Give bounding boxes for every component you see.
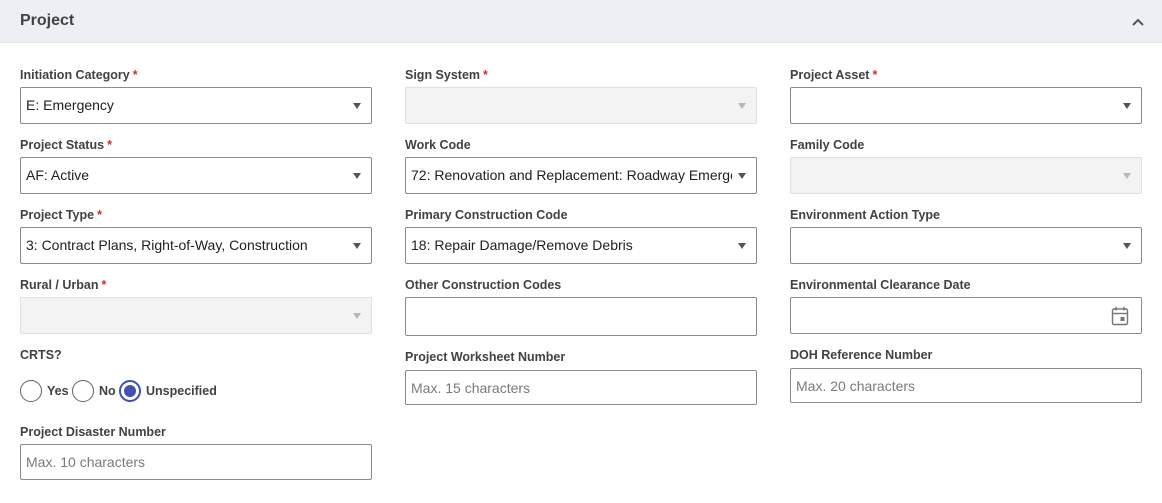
work-code-label: Work Code [405,138,471,152]
caret-down-icon [353,173,361,179]
rural-urban-select [20,297,372,334]
radio-circle[interactable] [20,380,42,402]
caret-down-icon [353,243,361,249]
other-construction-codes-label: Other Construction Codes [405,278,562,292]
sign-system-select [405,87,757,124]
caret-down-icon [353,103,361,109]
family-code-label: Family Code [790,138,865,152]
project-worksheet-number-label: Project Worksheet Number [405,350,566,364]
project-worksheet-number-input[interactable] [406,371,756,404]
section-header[interactable]: Project [0,0,1162,43]
crts-label: CRTS? [20,348,62,362]
crts-no-label: No [99,384,116,398]
initiation-category-label: Initiation Category * [20,68,138,82]
environmental-clearance-date-label: Environmental Clearance Date [790,278,971,292]
caret-down-icon [738,103,746,109]
environment-action-type-label: Environment Action Type [790,208,941,222]
project-status-select[interactable]: AF: Active [20,157,372,194]
project-disaster-number-field[interactable] [20,444,372,480]
rural-urban-label: Rural / Urban * [20,278,107,292]
radio-circle[interactable] [72,380,94,402]
family-code-select [790,157,1142,194]
primary-construction-code-value: 18: Repair Damage/Remove Debris [411,237,633,253]
doh-reference-number-field[interactable] [790,368,1142,403]
project-type-label: Project Type * [20,208,102,222]
crts-yes-label: Yes [47,384,69,398]
project-type-select[interactable]: 3: Contract Plans, Right-of-Way, Constru… [20,227,372,264]
project-disaster-number-input[interactable] [21,445,371,479]
caret-down-icon [1123,173,1131,179]
radio-circle[interactable] [119,380,141,402]
initiation-category-select[interactable]: E: Emergency [20,87,372,124]
environmental-clearance-date-field[interactable] [790,297,1142,334]
caret-down-icon [738,243,746,249]
required-marker: * [97,208,102,222]
section-title: Project [20,12,75,29]
other-construction-codes-select[interactable] [405,297,757,336]
doh-reference-number-label: DOH Reference Number [790,348,933,362]
project-status-label: Project Status * [20,138,112,152]
project-asset-select[interactable] [790,87,1142,124]
work-code-value: 72: Renovation and Replacement: Roadway … [411,167,732,183]
chevron-up-icon[interactable] [1130,14,1146,30]
primary-construction-code-label: Primary Construction Code [405,208,568,222]
project-asset-label: Project Asset * [790,68,878,82]
doh-reference-number-input[interactable] [791,369,1141,402]
caret-down-icon [1123,103,1131,109]
environment-action-type-select[interactable] [790,227,1142,264]
work-code-select[interactable]: 72: Renovation and Replacement: Roadway … [405,157,757,194]
sign-system-label: Sign System * [405,68,488,82]
caret-down-icon [1123,243,1131,249]
initiation-category-value: E: Emergency [26,97,114,113]
required-marker: * [872,68,878,82]
calendar-icon[interactable] [1111,306,1129,326]
crts-unspecified-label: Unspecified [146,384,217,398]
project-type-value: 3: Contract Plans, Right-of-Way, Constru… [26,237,308,253]
project-status-value: AF: Active [26,167,90,183]
project-disaster-number-label: Project Disaster Number [20,425,166,439]
required-marker: * [107,138,112,152]
caret-down-icon [738,173,746,179]
required-marker: * [132,68,138,82]
required-marker: * [483,68,488,82]
primary-construction-code-select[interactable]: 18: Repair Damage/Remove Debris [405,227,757,264]
project-worksheet-number-field[interactable] [405,370,757,405]
required-marker: * [101,278,107,292]
caret-down-icon [353,313,361,319]
